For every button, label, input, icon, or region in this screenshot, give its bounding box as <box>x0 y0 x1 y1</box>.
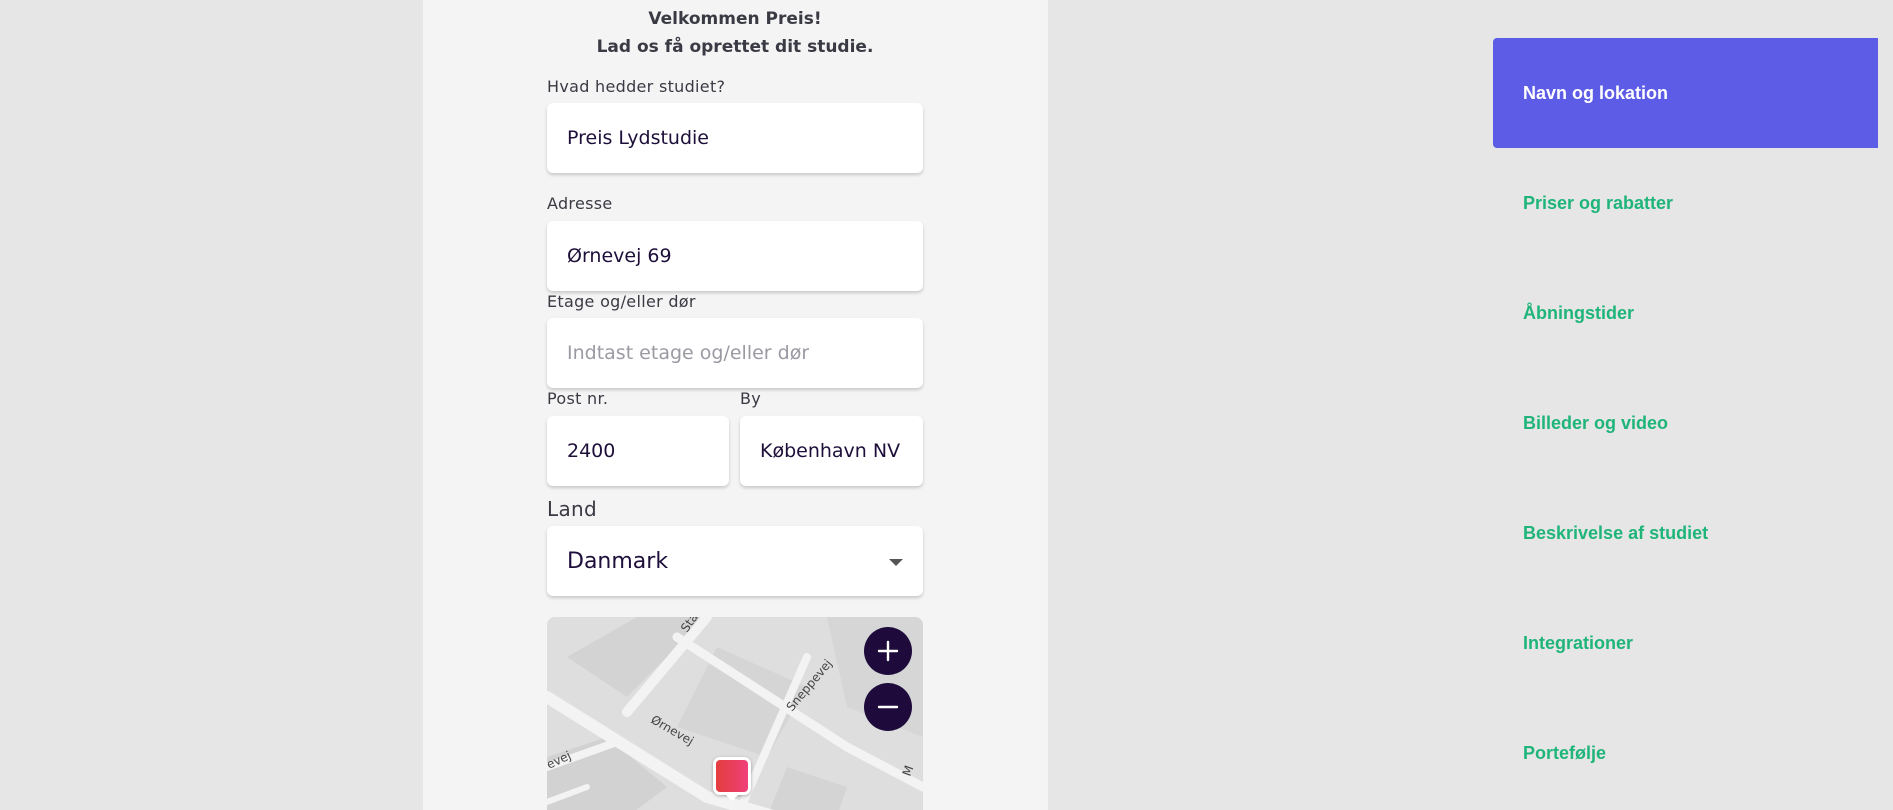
city-value: København NV <box>760 440 901 462</box>
step-priser-og-rabatter[interactable]: Priser og rabatter <box>1493 148 1878 258</box>
map-pin-tip <box>725 794 739 801</box>
step-beskrivelse-af-studiet[interactable]: Beskrivelse af studiet <box>1493 478 1878 588</box>
city-input[interactable]: København NV <box>740 416 923 486</box>
minus-icon <box>877 705 899 709</box>
country-select[interactable]: Danmark <box>547 526 923 596</box>
zoom-out-button[interactable] <box>864 683 912 731</box>
floor-door-label: Etage og/eller dør <box>547 292 696 311</box>
country-value: Danmark <box>567 548 669 574</box>
step-portefolje[interactable]: Portefølje <box>1493 698 1878 808</box>
step-billeder-og-video[interactable]: Billeder og video <box>1493 368 1878 478</box>
floor-door-placeholder: Indtast etage og/eller dør <box>567 342 810 364</box>
floor-door-input[interactable]: Indtast etage og/eller dør <box>547 318 923 388</box>
address-value: Ørnevej 69 <box>567 245 672 267</box>
welcome-subheading: Lad os få oprettet dit studie. <box>596 37 874 57</box>
postal-code-value: 2400 <box>567 440 616 462</box>
plus-icon <box>877 640 899 662</box>
studio-name-value: Preis Lydstudie <box>567 127 709 149</box>
welcome-heading: Velkommen Preis! <box>648 9 822 29</box>
step-navn-og-lokation[interactable]: Navn og lokation <box>1493 38 1878 148</box>
address-label: Adresse <box>547 194 613 213</box>
step-integrationer[interactable]: Integrationer <box>1493 588 1878 698</box>
postal-code-label: Post nr. <box>547 389 609 408</box>
location-map[interactable]: Sta Sneppevej Ørnevej evej M <box>547 617 923 810</box>
page: Velkommen Preis! Lad os få oprettet dit … <box>0 0 1893 810</box>
postal-code-input[interactable]: 2400 <box>547 416 729 486</box>
step-abningstider[interactable]: Åbningstider <box>1493 258 1878 368</box>
zoom-in-button[interactable] <box>864 627 912 675</box>
studio-setup-panel: Velkommen Preis! Lad os få oprettet dit … <box>423 0 1048 810</box>
map-pin-icon[interactable] <box>713 757 751 795</box>
country-label: Land <box>547 497 597 521</box>
studio-name-label: Hvad hedder studiet? <box>547 77 726 96</box>
city-label: By <box>740 389 762 408</box>
address-input[interactable]: Ørnevej 69 <box>547 221 923 291</box>
studio-name-input[interactable]: Preis Lydstudie <box>547 103 923 173</box>
chevron-down-icon <box>889 559 903 566</box>
